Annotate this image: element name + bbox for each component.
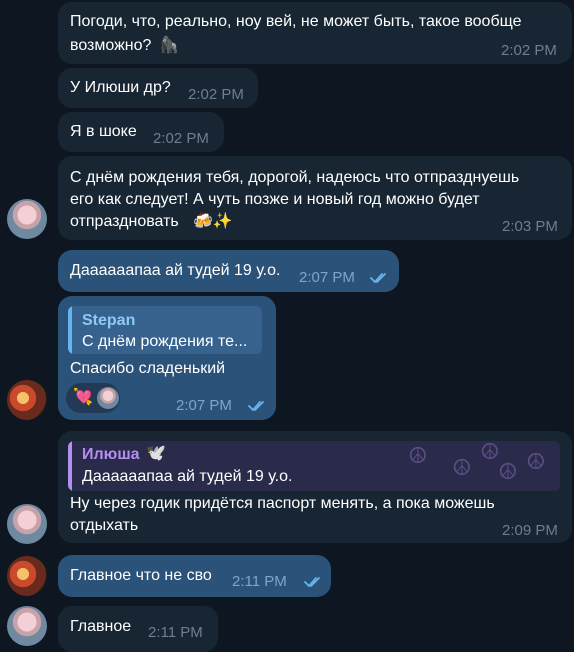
message-time: 2:07 PM [176,397,232,414]
message-time: 2:11 PM [232,573,287,590]
message-bubble-incoming[interactable]: С днём рождения тебя, дорогой, надеюсь ч… [58,156,572,240]
message-time: 2:02 PM [188,86,244,103]
reply-author: Stepan [82,312,136,329]
message-bubble-incoming[interactable]: Главное 2:11 PM [58,606,218,652]
reply-text: Даааааапаа ай тудей 19 у.о. [82,468,293,485]
avatar[interactable] [7,199,47,239]
avatar[interactable] [7,504,47,544]
peace-pattern-icon: ☮ [452,455,472,480]
heart-emoji: 💘 [73,389,93,406]
message-text: Спасибо сладенький [70,360,226,377]
message-bubble-incoming[interactable]: Погоди, что, реально, ноу вей, не может … [58,2,572,64]
message-text: Ну через годик придётся паспорт менять, … [70,495,495,512]
message-time: 2:09 PM [502,522,558,539]
avatar[interactable] [7,556,47,596]
dove-emoji: 🕊️ [146,445,166,462]
message-text: Главное [70,618,132,635]
reaction-avatar [97,387,119,409]
message-time: 2:02 PM [153,130,209,147]
message-time: 2:03 PM [502,218,558,235]
message-text: возможно? [70,37,152,54]
peace-pattern-icon: ☮ [408,443,428,468]
message-time: 2:07 PM [299,269,355,286]
double-check-icon [370,273,386,283]
message-text: Погоди, что, реально, ноу вей, не может … [70,13,522,30]
reply-bar [68,306,72,354]
gorilla-emoji: 🦍 [159,37,179,54]
message-text: С днём рождения тебя, дорогой, надеюсь ч… [70,169,520,186]
message-time: 2:02 PM [501,42,557,59]
reply-bar [68,441,72,491]
message-text: Главное что не сво [70,567,212,584]
avatar[interactable] [7,380,47,420]
message-text: Даааааапаа ай тудей 19 у.о. [70,262,281,279]
message-bubble-incoming[interactable]: У Илюши др? 2:02 PM [58,68,258,108]
message-text: Я в шоке [70,123,137,140]
message-bubble-incoming[interactable]: ☮ ☮ ☮ ☮ ☮ Илюша 🕊️ Даааааапаа ай тудей 1… [58,431,572,543]
reaction-pill[interactable]: 💘 [66,383,120,413]
message-bubble-incoming[interactable]: Я в шоке 2:02 PM [58,112,224,152]
message-bubble-outgoing[interactable]: Stepan С днём рождения те... Спасибо сла… [58,296,276,420]
reply-text: С днём рождения те... [82,333,248,350]
message-text: его как следует! А чуть позже и новый го… [70,191,480,208]
peace-pattern-icon: ☮ [526,449,546,474]
message-text: У Илюши др? [70,79,171,96]
reply-preview[interactable]: Stepan С днём рождения те... [68,306,262,354]
reply-preview[interactable]: ☮ ☮ ☮ ☮ ☮ Илюша 🕊️ Даааааапаа ай тудей 1… [68,441,560,491]
message-bubble-outgoing[interactable]: Главное что не сво 2:11 PM [58,555,331,597]
message-bubble-outgoing[interactable]: Даааааапаа ай тудей 19 у.о. 2:07 PM [58,250,399,292]
avatar[interactable] [7,606,47,646]
message-time: 2:11 PM [148,624,203,641]
double-check-icon [304,577,320,587]
peace-pattern-icon: ☮ [480,441,500,464]
message-text: отпраздновать [70,213,179,230]
message-text: отдыхать [70,517,139,534]
peace-pattern-icon: ☮ [498,459,518,484]
reply-author: Илюша [82,446,140,463]
cheers-sparkles-emoji: 🍻✨ [193,213,233,230]
double-check-icon [248,401,264,411]
